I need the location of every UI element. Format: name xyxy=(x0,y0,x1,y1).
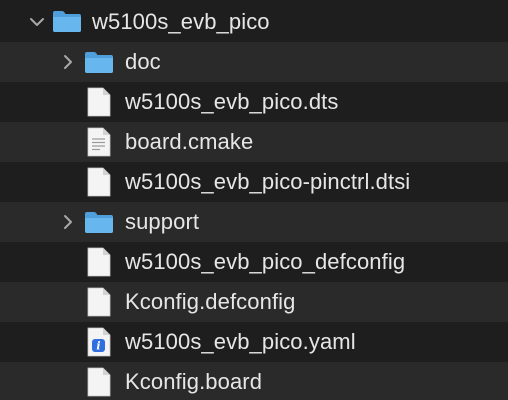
tree-row-file[interactable]: i w5100s_evb_pico.yaml xyxy=(0,322,508,362)
file-name-label: board.cmake xyxy=(125,129,254,154)
blank-document-icon xyxy=(87,367,111,397)
text-document-icon xyxy=(87,127,111,157)
tree-row-file[interactable]: Kconfig.defconfig xyxy=(0,282,508,322)
svg-text:i: i xyxy=(96,340,100,353)
tree-row-support[interactable]: support xyxy=(0,202,508,242)
blank-document-icon xyxy=(87,167,111,197)
folder-name-label: support xyxy=(125,209,200,234)
tree-row-file[interactable]: board.cmake xyxy=(0,122,508,162)
file-name-label: Kconfig.defconfig xyxy=(125,289,296,314)
file-name-label: Kconfig.board xyxy=(125,369,263,394)
tree-row-file[interactable]: w5100s_evb_pico-pinctrl.dtsi xyxy=(0,162,508,202)
file-name-label: w5100s_evb_pico.dts xyxy=(125,89,339,114)
folder-icon xyxy=(53,11,81,32)
blank-document-icon xyxy=(87,287,111,317)
folder-icon xyxy=(85,52,113,73)
tree-row-file[interactable]: Kconfig.board xyxy=(0,362,508,400)
file-name-label: w5100s_evb_pico_defconfig xyxy=(125,249,406,274)
tree-row-file[interactable]: w5100s_evb_pico.dts xyxy=(0,82,508,122)
chevron-right-icon[interactable] xyxy=(59,53,77,71)
blank-document-icon xyxy=(87,87,111,117)
folder-name-label: doc xyxy=(125,49,161,74)
file-tree: w5100s_evb_pico doc w5100s_evb_pico.dts … xyxy=(0,0,508,400)
tree-row-doc[interactable]: doc xyxy=(0,42,508,82)
yaml-document-icon: i xyxy=(87,327,111,357)
file-name-label: w5100s_evb_pico-pinctrl.dtsi xyxy=(125,169,411,194)
file-name-label: w5100s_evb_pico.yaml xyxy=(125,329,356,354)
folder-icon xyxy=(85,212,113,233)
folder-name-label: w5100s_evb_pico xyxy=(92,9,270,34)
tree-row-file[interactable]: w5100s_evb_pico_defconfig xyxy=(0,242,508,282)
chevron-right-icon[interactable] xyxy=(59,213,77,231)
chevron-down-icon[interactable] xyxy=(28,13,46,31)
blank-document-icon xyxy=(87,247,111,277)
tree-row-root[interactable]: w5100s_evb_pico xyxy=(0,2,508,42)
